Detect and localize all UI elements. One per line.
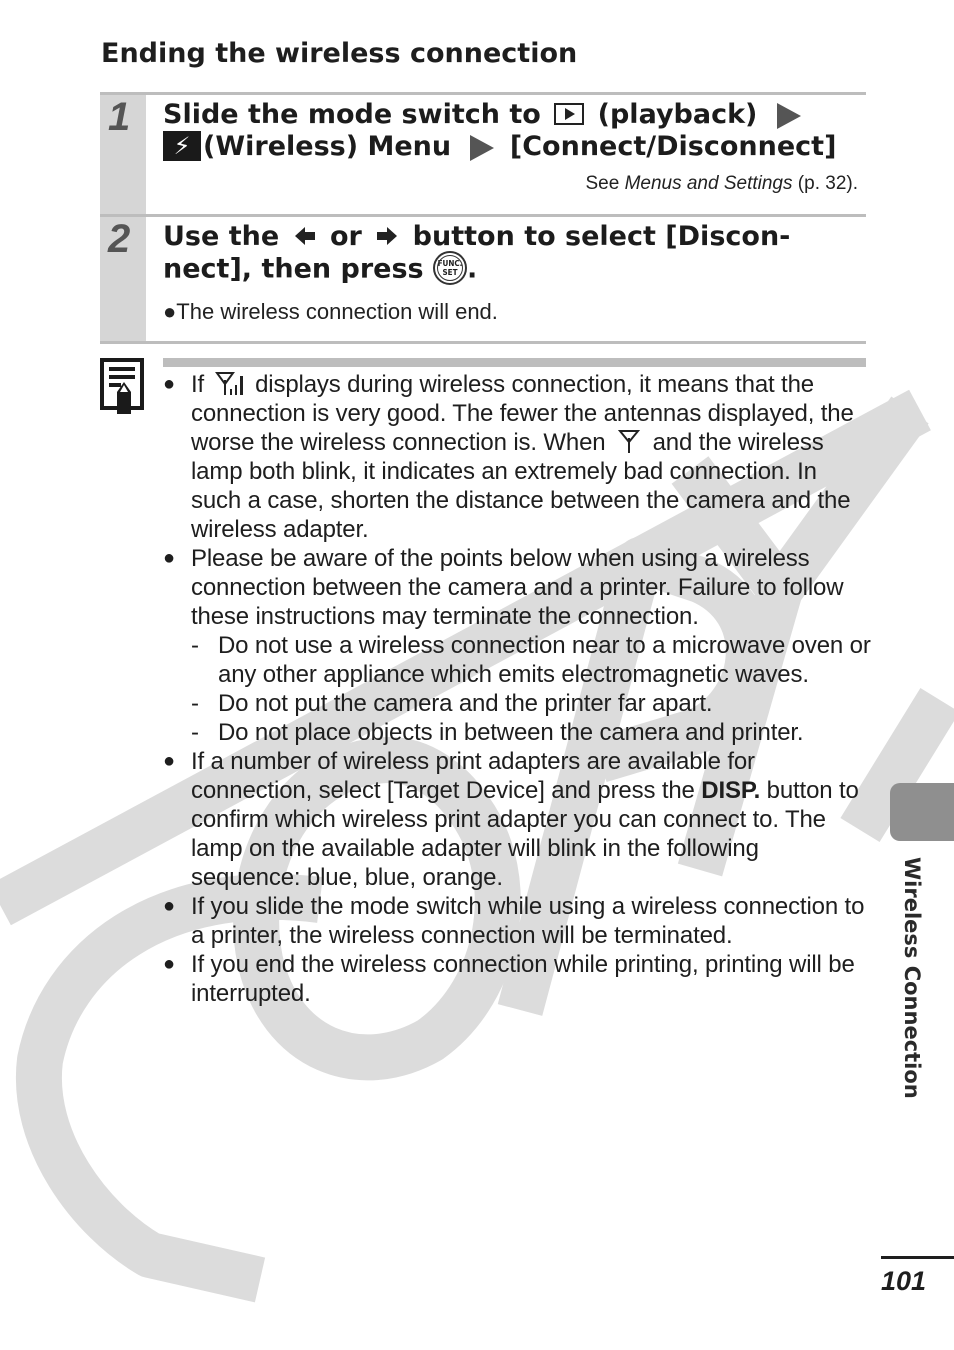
note-item: ● If a number of wireless print adapters…: [163, 747, 873, 892]
note-icon: [100, 358, 144, 414]
page-number-rule: [881, 1256, 954, 1259]
chapter-label-text: Wireless Connection: [900, 857, 924, 1099]
step-text: button to select [Discon-: [412, 221, 791, 252]
step-text: Use the: [163, 221, 280, 252]
note-text: If you end the wireless connection while…: [191, 951, 855, 1007]
step-body: Use the or button to select [Discon- nec…: [146, 217, 866, 341]
step-text: (playback): [597, 99, 758, 130]
bullet-icon: ●: [163, 299, 177, 324]
step-text: Slide the mode switch to: [163, 99, 541, 130]
reference-page: (p. 32).: [792, 173, 858, 194]
sub-item: - Do not use a wireless connection near t…: [191, 631, 873, 689]
sub-item-text: Do not place objects in between the came…: [218, 719, 804, 746]
note-item: ● Please be aware of the points below wh…: [163, 544, 873, 747]
playback-icon: [554, 102, 585, 125]
note-text: If a number of wireless print adapters a…: [191, 748, 755, 804]
section-heading: Ending the wireless connection: [101, 38, 578, 69]
step-2: 2 Use the or button to select [Discon- n…: [100, 214, 866, 344]
notes-list: ● If displays during wireless connection…: [163, 370, 873, 1008]
step-bullet: ●The wireless connection will end.: [163, 299, 860, 325]
chapter-label: Wireless Connection: [896, 857, 926, 1117]
step-text: [Connect/Disconnect]: [509, 131, 837, 162]
right-button-icon: [377, 226, 398, 245]
chapter-tab[interactable]: [890, 783, 954, 841]
bullet-icon: ●: [163, 895, 175, 917]
disp-button-label: DISP.: [701, 777, 761, 804]
step-title: Slide the mode switch to (playback) ⚡ (Wi…: [163, 99, 860, 163]
sub-item-text: Do not put the camera and the printer fa…: [218, 690, 713, 717]
bullet-icon: ●: [163, 953, 175, 975]
bullet-icon: ●: [163, 750, 175, 772]
sub-list: - Do not use a wireless connection near t…: [191, 631, 873, 747]
dash-marker: -: [191, 719, 199, 746]
dash-marker: -: [191, 632, 199, 659]
reference-title[interactable]: Menus and Settings: [625, 173, 793, 194]
note-text: If: [191, 371, 205, 398]
bullet-icon: ●: [163, 547, 175, 569]
step-number: 1: [108, 95, 131, 139]
note-divider: [163, 358, 866, 367]
set-label: SET: [442, 268, 458, 277]
bullet-icon: ●: [163, 373, 175, 395]
antenna-full-signal-icon: [214, 371, 243, 395]
sub-item: - Do not put the camera and the printer f…: [191, 689, 873, 718]
step-number-bar: 2: [100, 217, 146, 341]
func-label: FUNC.: [437, 259, 463, 268]
arrow-right-icon: [776, 102, 801, 129]
wireless-menu-icon: ⚡: [163, 130, 201, 161]
page-number: 101: [881, 1266, 927, 1296]
arrow-right-icon: [470, 134, 495, 161]
step-body: Slide the mode switch to (playback) ⚡ (Wi…: [146, 95, 866, 214]
step-text: .: [467, 253, 478, 285]
step-1: 1 Slide the mode switch to (playback) ⚡(…: [100, 92, 866, 214]
antenna-no-signal-icon: [618, 429, 641, 453]
note-text: If you slide the mode switch while using…: [191, 893, 865, 949]
dash-marker: -: [191, 690, 199, 717]
step-title: Use the or button to select [Discon- nec…: [163, 221, 860, 287]
note-item: ● If you slide the mode switch while usi…: [163, 892, 873, 950]
steps-list: 1 Slide the mode switch to (playback) ⚡(…: [100, 92, 866, 344]
func-set-icon: FUNC. SET: [433, 251, 468, 285]
sub-item-text: Do not use a wireless connection near to…: [218, 632, 871, 688]
page-reference: See Menus and Settings (p. 32).: [163, 173, 860, 195]
note-item: ● If you end the wireless connection whi…: [163, 950, 873, 1008]
step-text: nect], then press: [163, 253, 424, 285]
left-button-icon: [294, 226, 315, 245]
note-item: ● If displays during wireless connection…: [163, 370, 873, 544]
step-number: 2: [108, 217, 131, 261]
step-text: or: [329, 221, 362, 252]
note-text: Please be aware of the points below when…: [191, 545, 844, 630]
step-text: (Wireless) Menu: [203, 131, 452, 162]
step-number-bar: 1: [100, 95, 146, 214]
sub-item: - Do not place objects in between the cam…: [191, 718, 873, 747]
reference-prefix: See: [585, 173, 625, 194]
bullet-text: The wireless connection will end.: [176, 299, 498, 324]
